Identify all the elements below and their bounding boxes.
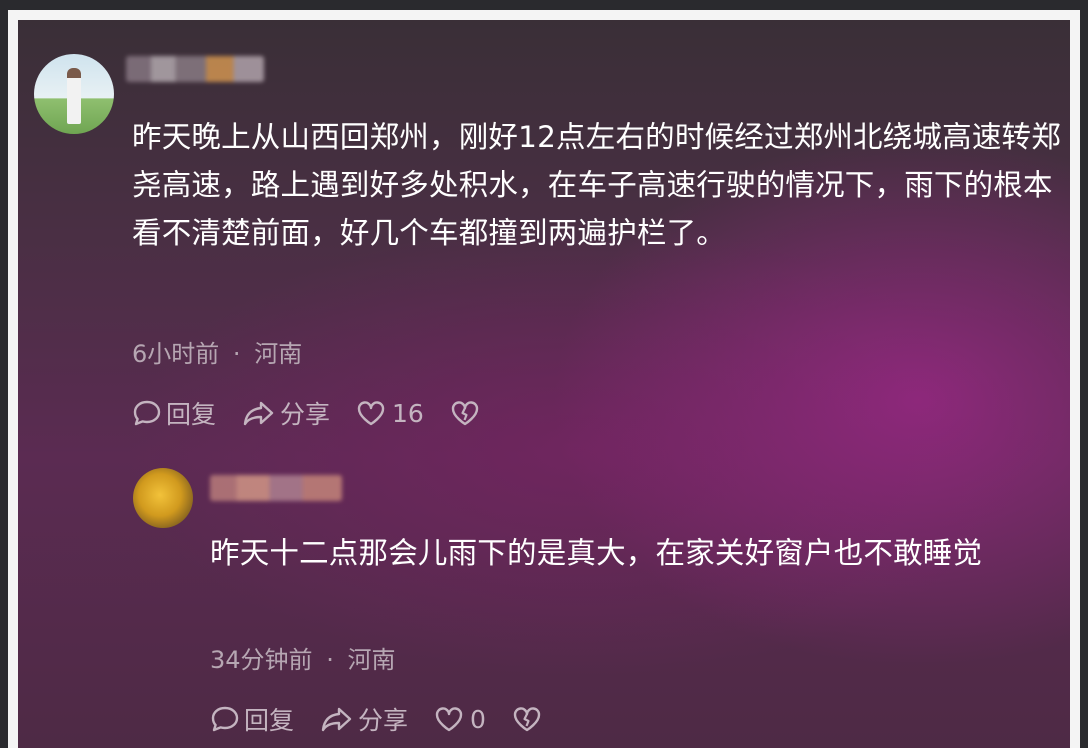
meta-separator: · — [326, 646, 334, 674]
reply-avatar[interactable] — [133, 468, 193, 528]
share-arrow-icon — [243, 401, 274, 426]
reply-username-blurred[interactable] — [210, 475, 342, 501]
dislike-button[interactable] — [450, 399, 484, 427]
reply-button[interactable]: 回复 — [132, 395, 216, 431]
comment-location: 河南 — [254, 340, 303, 368]
comment-time: 6小时前 — [132, 340, 220, 368]
like-button[interactable]: 0 — [434, 705, 486, 734]
heart-icon — [435, 707, 463, 732]
username-blurred[interactable] — [126, 56, 264, 82]
share-button[interactable]: 分享 — [320, 701, 408, 737]
share-label: 分享 — [358, 706, 409, 735]
avatar[interactable] — [34, 54, 114, 134]
comment-text: 昨天晚上从山西回郑州，刚好12点左右的时候经过郑州北绕城高速转郑尧高速，路上遇到… — [132, 120, 1061, 250]
comment-bubble-icon — [133, 400, 161, 426]
reply-label: 回复 — [166, 400, 217, 429]
comment-panel: 昨天晚上从山西回郑州，刚好12点左右的时候经过郑州北绕城高速转郑尧高速，路上遇到… — [18, 20, 1070, 748]
avatar-figure — [67, 68, 81, 124]
reply-time: 34分钟前 — [210, 646, 313, 674]
comment-meta: 6小时前 · 河南 — [132, 334, 302, 369]
share-button[interactable]: 分享 — [242, 395, 330, 431]
heart-icon — [357, 401, 385, 426]
broken-heart-icon — [513, 707, 541, 732]
reply-label: 回复 — [244, 706, 295, 735]
like-button[interactable]: 16 — [356, 399, 424, 428]
reply-meta: 34分钟前 · 河南 — [210, 640, 395, 675]
screenshot-frame: 昨天晚上从山西回郑州，刚好12点左右的时候经过郑州北绕城高速转郑尧高速，路上遇到… — [8, 10, 1080, 748]
share-label: 分享 — [280, 400, 331, 429]
share-arrow-icon — [321, 707, 352, 732]
dislike-button[interactable] — [512, 705, 546, 733]
reply-button[interactable]: 回复 — [210, 701, 294, 737]
reply-actions: 回复 分享 0 — [210, 701, 572, 737]
like-count: 0 — [470, 704, 486, 734]
reply-text: 昨天十二点那会儿雨下的是真大，在家关好窗户也不敢睡觉 — [210, 536, 983, 570]
broken-heart-icon — [451, 401, 479, 426]
reply-location: 河南 — [347, 646, 396, 674]
like-count: 16 — [392, 398, 424, 428]
meta-separator: · — [232, 340, 241, 368]
comment-bubble-icon — [211, 706, 239, 732]
comment-actions: 回复 分享 16 — [132, 395, 510, 431]
